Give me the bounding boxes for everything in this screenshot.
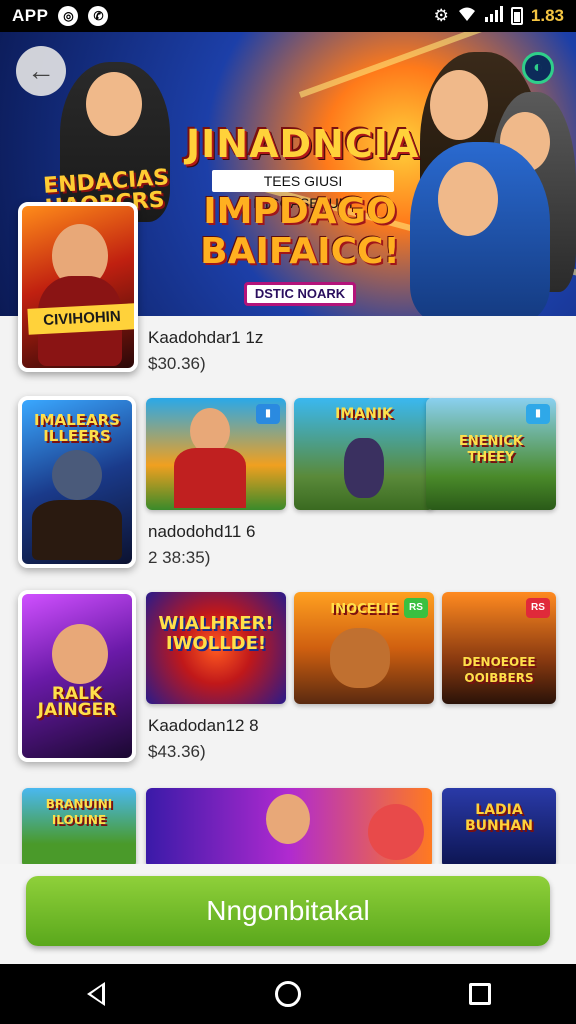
status-app-label: APP (12, 6, 49, 25)
character-face (52, 624, 108, 684)
row-big-card[interactable]: RALK JAINGER (18, 590, 136, 762)
featured-app-card[interactable]: CIVIHOHIN (18, 202, 138, 372)
row-big-card-label: RALK JAINGER (37, 684, 117, 720)
signal-icon (484, 5, 503, 27)
featured-app-price: $30.36) (148, 354, 206, 373)
row-small-card[interactable]: LADIA BUNHAN (442, 788, 556, 868)
row-small-card-label: WIALHRER! IWOLLDE! (158, 613, 274, 654)
back-triangle-icon (87, 982, 105, 1006)
row-app-price: 2 38:35) (148, 548, 211, 567)
character-body (174, 448, 246, 508)
row-small-card[interactable]: IMANIK (294, 398, 434, 510)
hero-pill-label: DSTIC NOARK (244, 282, 356, 306)
row-small-card[interactable]: INOCELIE RS (294, 592, 434, 704)
row-big-card[interactable]: BRANUINI ILOUINE (22, 788, 136, 868)
card-corner-badge: ▮ (526, 404, 550, 424)
row-big-card-label: IMALEARS ILLEERS (34, 411, 120, 445)
row-app-name[interactable]: Kaadodan12 8 (148, 716, 259, 736)
hero-badge-icon[interactable]: ◐ (522, 52, 554, 84)
hero-character-face (438, 162, 498, 236)
primary-action-button[interactable]: Nngonbitakal (26, 876, 550, 946)
nav-home-button[interactable] (258, 964, 318, 1024)
row-meta: nadodohd11 6 2 38:35) (148, 522, 255, 568)
bottom-action-area: Nngonbitakal (0, 864, 576, 964)
wifi-icon (457, 6, 477, 27)
row-small-card-label: ENENICK THEEY (459, 434, 523, 465)
instagram-icon: ◎ (58, 6, 79, 26)
home-circle-icon (275, 981, 301, 1007)
back-button[interactable]: ← (16, 46, 66, 96)
row-small-card-label: IMANIK (335, 406, 393, 422)
recents-square-icon (469, 983, 491, 1005)
creature-shape (368, 804, 424, 860)
row-small-card[interactable]: DENOEOEE OOIBBERS RS (442, 592, 556, 704)
row-small-card[interactable]: ▮ (146, 398, 286, 510)
character-body (32, 500, 122, 560)
row-wide-card[interactable] (146, 788, 432, 868)
row-small-card-label: DENOEOEE OOIBBERS (462, 655, 536, 685)
row-small-card[interactable]: WIALHRER! IWOLLDE! (146, 592, 286, 704)
arrow-left-icon: ← (27, 55, 55, 86)
card-corner-badge: RS (404, 598, 428, 618)
row-big-card[interactable]: IMALEARS ILLEERS (18, 396, 136, 568)
card-corner-badge: ▮ (256, 404, 280, 424)
row-meta: Kaadodan12 8 $43.36) (148, 716, 259, 762)
hero-subtitle: TEES GIUSI MIGGASEUUNI (212, 170, 394, 211)
system-navigation-bar (0, 964, 576, 1024)
status-time: 1.83 (530, 6, 564, 25)
hero-title-secondary: IMPDAGO BAIFAICC! (200, 191, 400, 272)
row-big-card-label: BRANUINI ILOUINE (45, 797, 113, 827)
featured-meta: Kaadohdar1 1z $30.36) (148, 328, 263, 374)
nav-back-button[interactable] (66, 964, 126, 1024)
character-body (344, 438, 384, 498)
status-bar: APP ◎ ✆ ⚙ 1.83 (0, 0, 576, 32)
row-app-price: $43.36) (148, 742, 206, 761)
row-small-card-label: LADIA BUNHAN (464, 802, 534, 834)
featured-app-name[interactable]: Kaadohdar1 1z (148, 328, 263, 348)
hero-character-face (430, 70, 488, 140)
row-small-card[interactable]: ENENICK THEEY ▮ (426, 398, 556, 510)
viber-icon: ✆ (88, 6, 109, 26)
character-face (266, 794, 310, 844)
helmet-shape (52, 450, 102, 500)
alarm-icon: ⚙ (433, 6, 449, 25)
nav-recents-button[interactable] (450, 964, 510, 1024)
character-body (330, 628, 390, 688)
hero-title: JINADNCIA (186, 122, 420, 166)
card-corner-badge: RS (526, 598, 550, 618)
hero-character-face (86, 72, 142, 136)
app-screen: APP ◎ ✆ ⚙ 1.83 ENDACIAS HAOBCRS J (0, 0, 576, 1024)
row-app-name[interactable]: nadodohd11 6 (148, 522, 255, 542)
battery-icon (510, 7, 523, 25)
